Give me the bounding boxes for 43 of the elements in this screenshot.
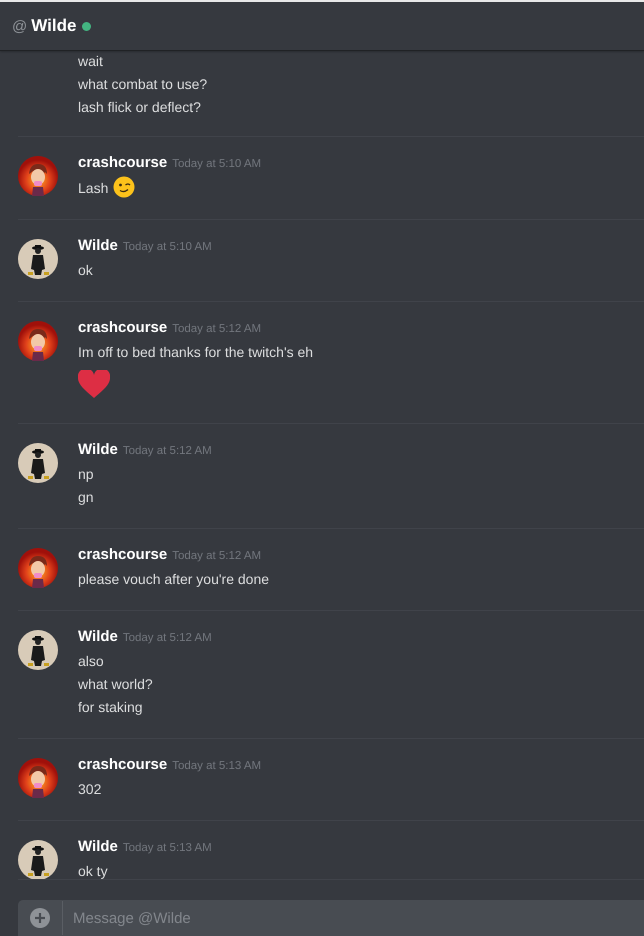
avatar-icon[interactable]: [18, 758, 58, 798]
avatar-icon[interactable]: [18, 840, 58, 879]
message-text: please vouch after you're done: [78, 571, 270, 587]
message-text: 302: [78, 781, 102, 797]
timestamp: Today at 5:12 AM: [122, 632, 212, 644]
avatar-icon[interactable]: [18, 156, 58, 196]
username[interactable]: crashcourse: [78, 154, 168, 171]
message-text: Im off to bed thanks for the twitch's eh: [78, 344, 314, 360]
message-text: what world?: [78, 676, 153, 692]
message-text: also: [78, 653, 104, 669]
avatar-icon[interactable]: [18, 548, 58, 588]
username[interactable]: Wilde: [78, 838, 118, 855]
wink-emoji-icon: [113, 176, 136, 198]
message-text: lash flick or deflect?: [78, 99, 201, 115]
username[interactable]: Wilde: [78, 628, 118, 645]
avatar-icon[interactable]: [18, 443, 58, 483]
username[interactable]: Wilde: [78, 237, 118, 254]
message-text: gn: [78, 489, 94, 505]
timestamp: Today at 5:12 AM: [172, 550, 262, 562]
timestamp: Today at 5:12 AM: [122, 445, 212, 457]
timestamp: Today at 5:13 AM: [172, 760, 262, 772]
message-text: ok: [78, 262, 93, 278]
message-text: np: [78, 466, 94, 482]
username[interactable]: crashcourse: [78, 546, 168, 563]
message-text: ok ty: [78, 863, 108, 879]
timestamp: Today at 5:10 AM: [122, 241, 212, 253]
avatar-icon[interactable]: [18, 321, 58, 361]
message-text: what combat to use?: [78, 76, 208, 92]
message-text: Lash: [78, 180, 108, 196]
message-text: wait: [78, 53, 103, 69]
timestamp: Today at 5:13 AM: [122, 842, 212, 854]
message-text: for staking: [78, 699, 143, 715]
heart-icon: [78, 370, 110, 398]
username[interactable]: crashcourse: [78, 319, 168, 336]
channel-title: Wilde: [31, 16, 76, 36]
username[interactable]: crashcourse: [78, 756, 168, 773]
plus-icon[interactable]: [30, 908, 50, 928]
timestamp: Today at 5:12 AM: [172, 323, 262, 335]
avatar-icon[interactable]: [18, 630, 58, 670]
avatar-icon[interactable]: [18, 239, 58, 279]
at-sign: @: [12, 18, 28, 34]
timestamp: Today at 5:10 AM: [172, 158, 262, 170]
username[interactable]: Wilde: [78, 441, 118, 458]
